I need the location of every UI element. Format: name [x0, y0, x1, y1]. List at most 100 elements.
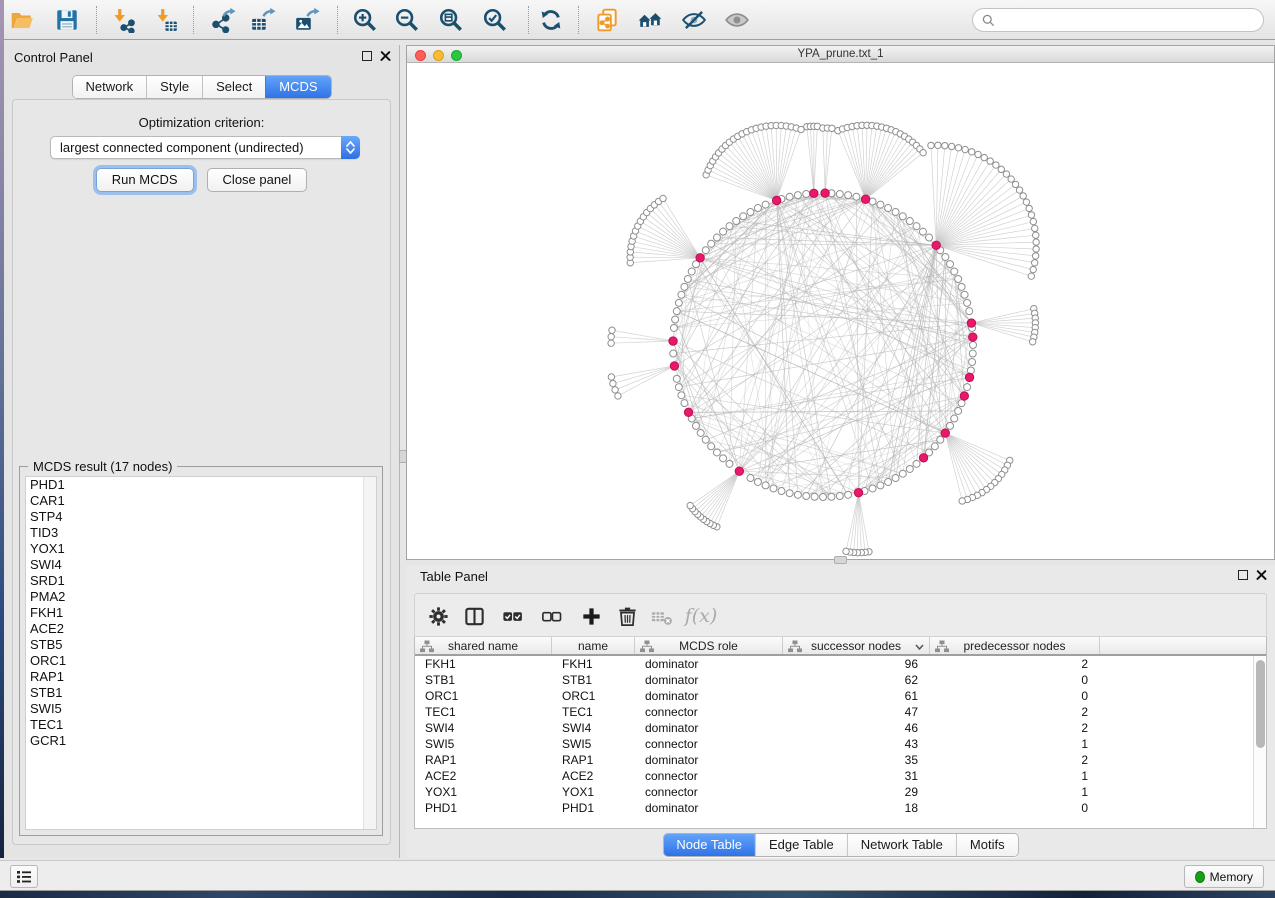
table-cell[interactable]: ORC1	[552, 688, 635, 704]
table-cell[interactable]: connector	[635, 736, 783, 752]
network-node[interactable]	[1032, 253, 1038, 259]
network-node[interactable]	[708, 443, 715, 450]
network-node[interactable]	[1029, 339, 1035, 345]
network-node[interactable]	[877, 482, 884, 489]
network-node[interactable]	[998, 166, 1004, 172]
network-node[interactable]	[1016, 187, 1022, 193]
table-cell[interactable]: RAP1	[552, 752, 635, 768]
refresh-icon[interactable]	[534, 3, 568, 37]
network-node[interactable]	[675, 384, 682, 391]
network-node[interactable]	[959, 498, 965, 504]
open-folder-icon[interactable]	[5, 3, 39, 37]
table-row[interactable]: RAP1RAP1dominator352	[415, 752, 1253, 768]
network-node[interactable]	[692, 422, 699, 429]
network-node[interactable]	[754, 478, 761, 485]
table-cell[interactable]: FKH1	[415, 656, 552, 672]
table-cell[interactable]: ACE2	[415, 768, 552, 784]
result-node[interactable]: TID3	[26, 525, 376, 541]
table-cell[interactable]: STB1	[415, 672, 552, 688]
result-node[interactable]: SRD1	[26, 573, 376, 589]
result-node[interactable]: FKH1	[26, 605, 376, 621]
mcds-hub-node[interactable]	[684, 408, 692, 416]
network-node[interactable]	[892, 208, 899, 215]
table-cell[interactable]: FKH1	[552, 656, 635, 672]
network-node[interactable]	[708, 240, 715, 247]
search-input[interactable]	[1001, 13, 1263, 27]
table-cell[interactable]: 2	[930, 752, 1100, 768]
table-cell[interactable]: dominator	[635, 752, 783, 768]
network-node[interactable]	[970, 342, 977, 349]
tab-network-table[interactable]: Network Table	[847, 834, 956, 856]
network-node[interactable]	[951, 415, 958, 422]
table-cell[interactable]: RAP1	[415, 752, 552, 768]
tab-network[interactable]: Network	[72, 76, 146, 98]
table-cell[interactable]: SWI5	[552, 736, 635, 752]
network-node[interactable]	[975, 151, 981, 157]
network-node[interactable]	[811, 493, 818, 500]
table-row[interactable]: PHD1PHD1dominator180	[415, 800, 1253, 816]
table-cell[interactable]: connector	[635, 784, 783, 800]
column-header-MCDS-role[interactable]: MCDS role	[635, 637, 783, 654]
tab-select[interactable]: Select	[202, 76, 265, 98]
save-icon[interactable]	[50, 3, 84, 37]
export-table-icon[interactable]	[246, 3, 280, 37]
table-cell[interactable]: SWI5	[415, 736, 552, 752]
tab-motifs[interactable]: Motifs	[956, 834, 1018, 856]
network-node[interactable]	[726, 460, 733, 467]
mcds-hub-node[interactable]	[670, 362, 678, 370]
float-panel-icon[interactable]	[362, 51, 372, 61]
network-node[interactable]	[672, 316, 679, 323]
copy-network-icon[interactable]	[590, 3, 624, 37]
run-mcds-button[interactable]: Run MCDS	[96, 168, 194, 192]
mcds-hub-node[interactable]	[861, 195, 869, 203]
table-cell[interactable]: TEC1	[415, 704, 552, 720]
network-node[interactable]	[747, 208, 754, 215]
network-node[interactable]	[993, 162, 999, 168]
network-node[interactable]	[969, 350, 976, 357]
network-node[interactable]	[688, 268, 695, 275]
network-node[interactable]	[1031, 260, 1037, 266]
network-node[interactable]	[885, 478, 892, 485]
optimization-criterion-dropdown[interactable]: largest connected component (undirected)	[50, 136, 360, 159]
table-cell[interactable]: 0	[930, 688, 1100, 704]
network-node[interactable]	[1028, 273, 1034, 279]
memory-button[interactable]: Memory	[1184, 865, 1264, 888]
network-node[interactable]	[770, 485, 777, 492]
network-node[interactable]	[877, 201, 884, 208]
network-node[interactable]	[786, 490, 793, 497]
hide-selected-icon[interactable]	[677, 3, 711, 37]
network-node[interactable]	[747, 475, 754, 482]
table-scrollbar-thumb[interactable]	[1256, 660, 1265, 748]
result-node[interactable]: SWI5	[26, 701, 376, 717]
mcds-hub-node[interactable]	[919, 454, 927, 462]
network-node[interactable]	[726, 223, 733, 230]
table-cell[interactable]: connector	[635, 768, 783, 784]
table-cell[interactable]: ACE2	[552, 768, 635, 784]
network-node[interactable]	[962, 146, 968, 152]
network-node[interactable]	[1020, 193, 1026, 199]
network-node[interactable]	[913, 223, 920, 230]
network-node[interactable]	[1003, 171, 1009, 177]
network-node[interactable]	[1028, 212, 1034, 218]
network-node[interactable]	[906, 465, 913, 472]
table-cell[interactable]: dominator	[635, 800, 783, 816]
network-node[interactable]	[935, 142, 941, 148]
network-node[interactable]	[713, 449, 720, 456]
network-node[interactable]	[937, 436, 944, 443]
network-node[interactable]	[612, 387, 618, 393]
table-cell[interactable]: PHD1	[552, 800, 635, 816]
network-node[interactable]	[964, 384, 971, 391]
table-cell[interactable]: dominator	[635, 720, 783, 736]
network-node[interactable]	[845, 192, 852, 199]
network-view[interactable]	[407, 63, 1274, 559]
network-node[interactable]	[702, 247, 709, 254]
table-cell[interactable]: SWI4	[415, 720, 552, 736]
network-node[interactable]	[610, 380, 616, 386]
network-node[interactable]	[684, 276, 691, 283]
result-node[interactable]: PHD1	[26, 477, 376, 493]
network-node[interactable]	[942, 254, 949, 261]
network-node[interactable]	[892, 475, 899, 482]
network-node[interactable]	[740, 213, 747, 220]
table-cell[interactable]: SWI4	[552, 720, 635, 736]
zoom-in-icon[interactable]	[348, 3, 382, 37]
